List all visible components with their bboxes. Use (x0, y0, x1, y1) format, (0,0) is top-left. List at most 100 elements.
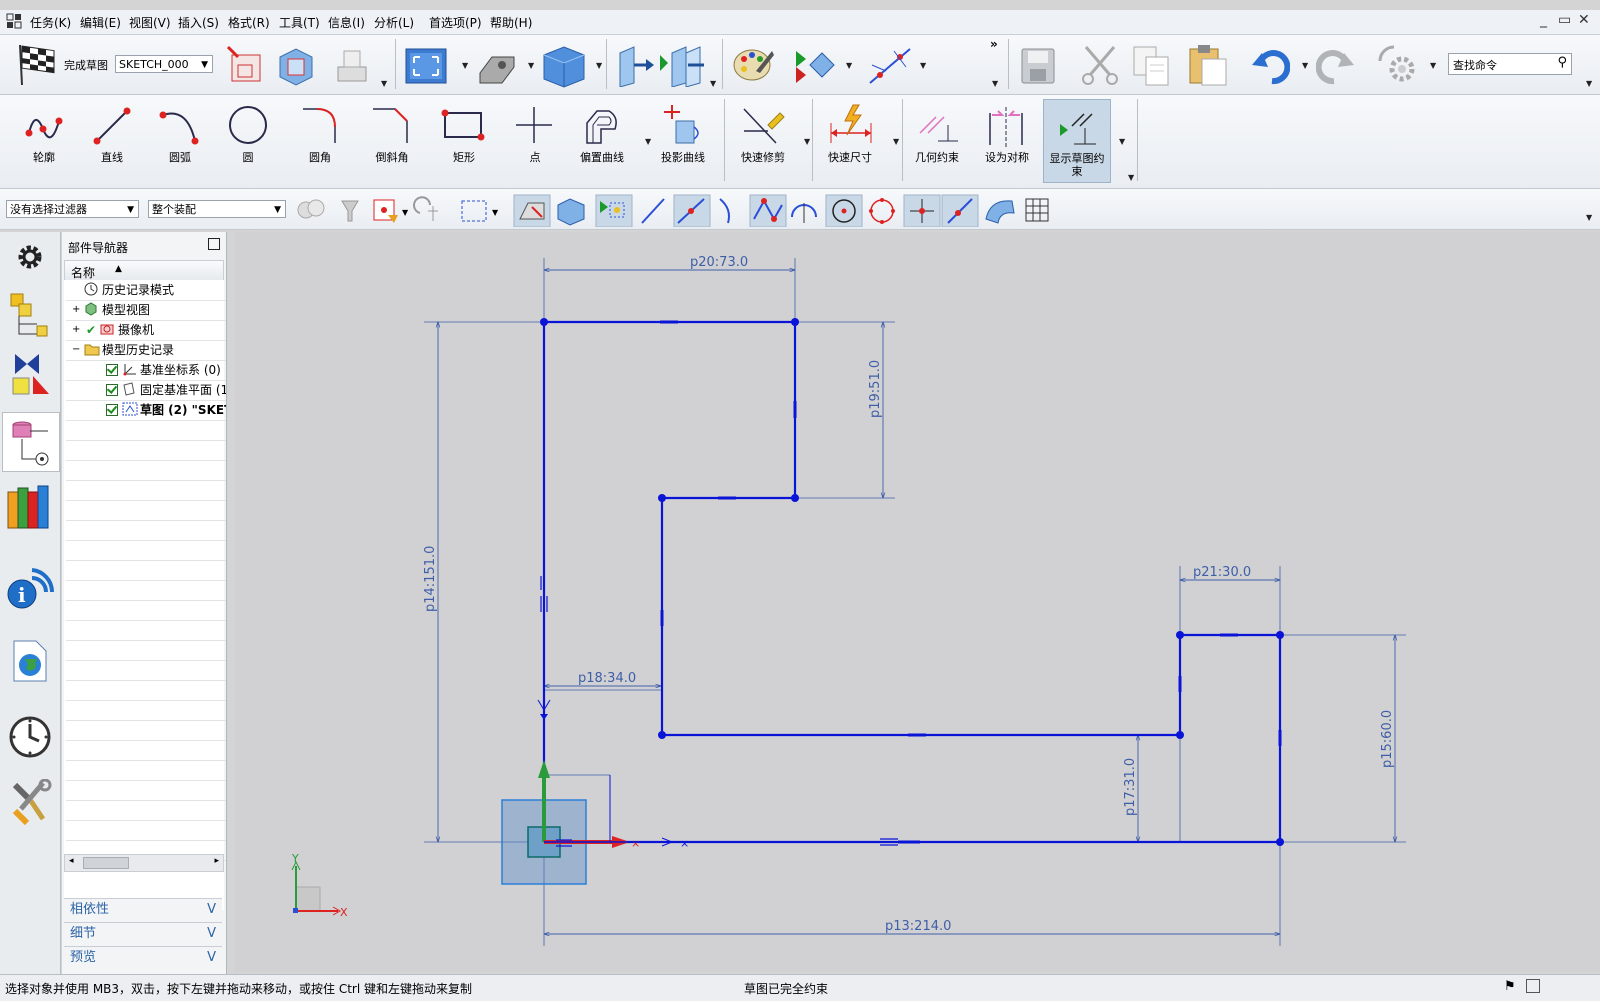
menu-view[interactable]: 视图(V) (129, 14, 171, 31)
render-style-button[interactable] (474, 43, 518, 90)
tool-point[interactable]: 点 (501, 99, 569, 179)
undo-button[interactable] (1250, 43, 1291, 90)
tool-project-curve[interactable]: 投影曲线 (649, 99, 717, 179)
part-navigator-tab[interactable] (2, 412, 60, 472)
search-icon[interactable]: ⚲ (1557, 55, 1567, 70)
toolbar-overflow[interactable]: » (990, 37, 998, 51)
tree-item[interactable]: + 模型视图 (66, 300, 226, 321)
scroll-left-icon[interactable]: ◂ (69, 856, 74, 866)
chevron-down-icon[interactable]: ▼ (992, 79, 998, 88)
constraint-navigator-tab[interactable] (6, 350, 54, 400)
tool-circle[interactable]: 圆 (214, 99, 282, 179)
preview-panel[interactable]: 预览 V (64, 946, 222, 969)
graphics-window[interactable]: p20:73.0 p19:51.0 p14:151.0 p18:34.0 p21… (235, 232, 1600, 972)
menu-info[interactable]: 信息(I) (328, 14, 365, 31)
fit-view-button[interactable] (404, 43, 448, 90)
menu-edit[interactable]: 编辑(E) (80, 14, 121, 31)
chevron-down-icon[interactable]: ▼ (846, 61, 852, 70)
tool-show-constraints[interactable]: 显示草图约束 (1043, 99, 1111, 183)
menu-help[interactable]: 帮助(H) (490, 14, 532, 31)
details-panel[interactable]: 细节 V (64, 922, 222, 945)
menu-format[interactable]: 格式(R) (228, 14, 270, 31)
snap-point-button[interactable] (866, 43, 914, 90)
visibility-checkbox[interactable] (106, 384, 118, 396)
chevron-down-icon[interactable]: ▼ (1302, 61, 1308, 70)
chevron-down-icon[interactable]: ▼ (645, 137, 651, 146)
expand-toggle-icon[interactable]: − (72, 340, 80, 360)
menu-task[interactable]: 任务(K) (30, 14, 71, 31)
cut-button[interactable] (1078, 43, 1122, 90)
tool-rapid-dimension[interactable]: 快速尺寸 (816, 99, 884, 179)
orient-to-sketch-button[interactable] (272, 43, 316, 90)
tree-item[interactable]: 草图 (2) "SKET (66, 400, 226, 421)
menu-analysis[interactable]: 分析(L) (374, 14, 414, 31)
dimension-p17[interactable]: p17:31.0 (1123, 758, 1138, 816)
scroll-right-icon[interactable]: ▸ (214, 856, 219, 866)
tool-fillet[interactable]: 圆角 (286, 99, 354, 179)
expand-toggle-icon[interactable]: + (72, 300, 80, 320)
redo-button[interactable] (1315, 43, 1356, 90)
dimension-p13[interactable]: p13:214.0 (885, 919, 951, 934)
dimension-p14[interactable]: p14:151.0 (423, 546, 438, 612)
tree-item[interactable]: − 模型历史记录 (66, 340, 226, 361)
assembly-filter-icon[interactable] (297, 199, 325, 219)
tree-item[interactable]: + ✔ 摄像机 (66, 320, 226, 341)
visibility-checkbox[interactable] (106, 404, 118, 416)
chevron-down-icon[interactable]: ▼ (462, 61, 468, 70)
tree-item[interactable]: 历史记录模式 (66, 280, 226, 301)
command-search-box[interactable]: 查找命令 ⚲ (1448, 53, 1572, 75)
control-point-snap-icon[interactable] (719, 198, 730, 224)
chevron-down-icon[interactable]: ▼ (710, 79, 716, 88)
restore-icon[interactable]: ▭ (1558, 12, 1571, 28)
flag-status-icon[interactable]: ⚑ (1504, 979, 1516, 994)
chevron-down-icon[interactable]: ▼ (381, 79, 387, 88)
chevron-down-icon[interactable]: ▼ (920, 61, 926, 70)
tool-quick-trim[interactable]: 快速修剪 (729, 99, 797, 179)
reuse-library-tab[interactable] (6, 482, 54, 532)
paste-button[interactable] (1186, 41, 1230, 90)
tool-geometric-constraint[interactable]: 几何约束 (903, 99, 971, 179)
tree-item[interactable]: 基准坐标系 (0) (66, 360, 226, 381)
view-orientation-button[interactable] (540, 41, 588, 92)
menu-preferences[interactable]: 首选项(P) (429, 14, 482, 31)
dependencies-panel[interactable]: 相依性 V (64, 898, 222, 921)
sketch-canvas[interactable]: p20:73.0 p19:51.0 p14:151.0 p18:34.0 p21… (235, 232, 1600, 972)
chevron-down-icon[interactable]: ▼ (1586, 79, 1592, 88)
chevron-down-icon[interactable]: ▼ (1586, 213, 1592, 222)
filter-funnel-icon[interactable] (341, 200, 359, 222)
dimension-p21[interactable]: p21:30.0 (1193, 565, 1251, 580)
grid-snap-icon[interactable] (1025, 198, 1049, 222)
command-search-input[interactable]: 查找命令 (1453, 57, 1497, 73)
hd3d-tools-tab[interactable]: i (6, 562, 54, 612)
resource-settings-button[interactable] (6, 232, 54, 282)
rotate-snap-icon[interactable] (413, 196, 438, 221)
assembly-navigator-tab[interactable] (6, 290, 54, 340)
menu-tools[interactable]: 工具(T) (279, 14, 320, 31)
visibility-checkbox[interactable] (106, 364, 118, 376)
chevron-down-icon[interactable]: ▼ (596, 61, 602, 70)
dimension-p19[interactable]: p19:51.0 (868, 360, 883, 418)
selection-scope-select[interactable]: 整个装配 ▼ (148, 200, 286, 218)
dimension-p15[interactable]: p15:60.0 (1380, 710, 1395, 768)
show-hide-button[interactable] (792, 43, 840, 90)
chevron-down-icon[interactable]: ▼ (893, 137, 899, 146)
history-tab[interactable] (6, 712, 54, 762)
tool-rectangle[interactable]: 矩形 (430, 99, 498, 179)
process-studio-tab[interactable] (6, 778, 54, 828)
endpoint-snap-icon[interactable] (641, 198, 665, 224)
chevron-down-icon[interactable]: ▼ (1430, 61, 1436, 70)
close-icon[interactable]: ✕ (1578, 12, 1590, 28)
snap-filter-icon[interactable] (373, 199, 398, 223)
menu-insert[interactable]: 插入(S) (178, 14, 219, 31)
scrollbar-thumb[interactable] (83, 857, 129, 869)
quadrant-snap-icon[interactable] (869, 198, 895, 224)
sketch-origin-csys[interactable]: × × (501, 699, 696, 885)
web-browser-tab[interactable] (6, 636, 54, 686)
selection-filter-select[interactable]: 没有选择过滤器 ▼ (6, 200, 139, 218)
tool-make-symmetric[interactable]: 设为对称 (973, 99, 1041, 179)
chevron-down-icon[interactable]: ▼ (402, 208, 409, 217)
section-view-button[interactable] (612, 43, 656, 90)
tree-item[interactable]: 固定基准平面 (1 (66, 380, 226, 401)
horizontal-scrollbar[interactable]: ◂ ▸ (64, 854, 224, 872)
point-on-face-snap-icon[interactable] (985, 200, 1015, 224)
